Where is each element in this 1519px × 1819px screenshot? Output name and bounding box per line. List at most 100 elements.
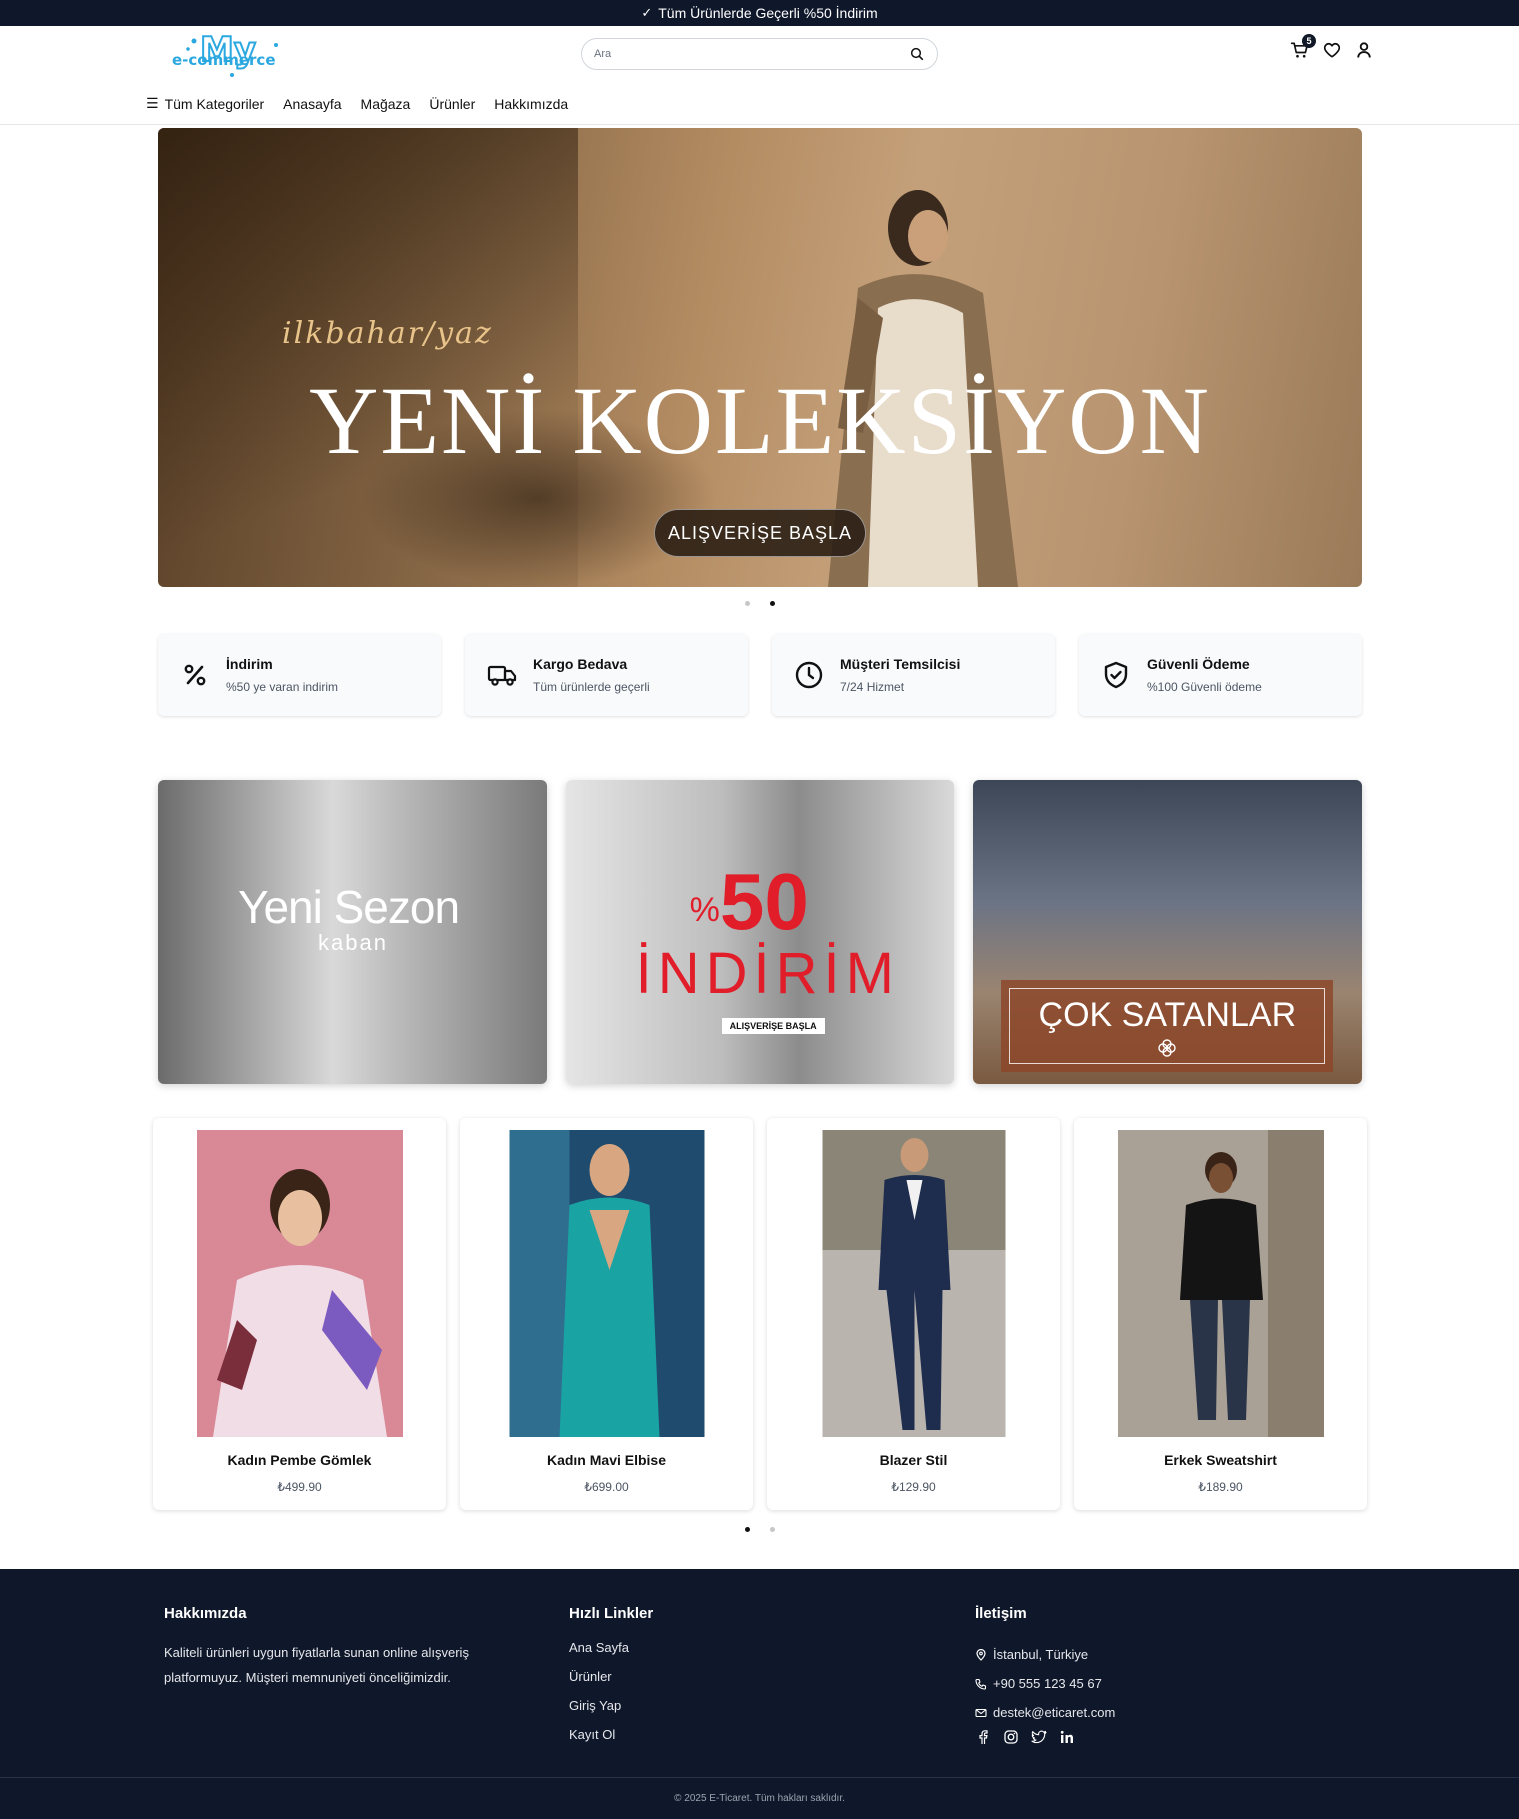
hero-banner[interactable]: ilkbahar/yaz YENİ KOLEKSİYON ALIŞVERİŞE … xyxy=(158,128,1362,587)
cart-button[interactable]: 5 xyxy=(1290,34,1316,60)
all-categories-menu[interactable]: ☰ Tüm Kategoriler xyxy=(146,95,264,112)
footer-about-text-line1: Kaliteli ürünleri uygun fiyatlarla sunan… xyxy=(164,1645,469,1660)
products-dot-2[interactable] xyxy=(770,1527,775,1532)
product-card[interactable]: Kadın Mavi Elbise ₺699.00 xyxy=(460,1118,753,1510)
contact-address-text: İstanbul, Türkiye xyxy=(993,1647,1089,1662)
product-name[interactable]: Erkek Sweatshirt xyxy=(1074,1452,1367,1468)
footer-about-text-line2: platformuyuz. Müşteri memnuniyeti önceli… xyxy=(164,1670,451,1685)
footer-contact: İletişim İstanbul, Türkiye +90 555 123 4… xyxy=(975,1605,1115,1745)
contact-phone: +90 555 123 45 67 xyxy=(975,1669,1115,1698)
products-dot-1[interactable] xyxy=(745,1527,750,1532)
product-card[interactable]: Blazer Stil ₺129.90 xyxy=(767,1118,1060,1510)
product-carousel: Kadın Pembe Gömlek ₺499.90 Kadın Mavi El… xyxy=(153,1118,1367,1510)
search-input[interactable] xyxy=(594,48,909,60)
site-footer: Hakkımızda Kaliteli ürünleri uygun fiyat… xyxy=(0,1569,1519,1819)
feature-title: Güvenli Ödeme xyxy=(1147,656,1250,672)
feature-list: İndirim %50 ye varan indirim Kargo Bedav… xyxy=(158,634,1362,716)
nav-item-home[interactable]: Anasayfa xyxy=(283,96,341,112)
twitter-icon[interactable] xyxy=(1031,1729,1047,1745)
banner-best-sellers[interactable]: ÇOK SATANLAR xyxy=(973,780,1363,1084)
banner-discount-cta[interactable]: ALIŞVERİŞE BAŞLA xyxy=(721,1018,825,1034)
nav-item-products[interactable]: Ürünler xyxy=(429,96,475,112)
product-image xyxy=(196,1130,403,1437)
product-card[interactable]: Kadın Pembe Gömlek ₺499.90 xyxy=(153,1118,446,1510)
hero-dot-1[interactable] xyxy=(745,601,750,606)
nav-item-store[interactable]: Mağaza xyxy=(361,96,411,112)
best-sellers-label-box: ÇOK SATANLAR xyxy=(1001,980,1334,1072)
promo-banners: Yeni Sezon kaban % 50 İNDİRİM ALIŞVERİŞE… xyxy=(158,780,1363,1084)
hamburger-icon: ☰ xyxy=(146,95,159,111)
feature-title: İndirim xyxy=(226,656,273,672)
banner-discount-percent: % 50 xyxy=(690,862,809,942)
announcement-bar: ✓ Tüm Ürünlerde Geçerli %50 İndirim xyxy=(0,0,1519,26)
hero-headline: YENİ KOLEKSİYON xyxy=(309,367,1211,474)
footer-about-title: Hakkımızda xyxy=(164,1605,247,1622)
wishlist-button[interactable] xyxy=(1322,40,1342,60)
feature-subtitle: %100 Güvenli ödeme xyxy=(1147,680,1262,694)
footer-divider xyxy=(0,1777,1519,1778)
feature-free-shipping: Kargo Bedava Tüm ürünlerde geçerli xyxy=(465,634,748,716)
percent-sign: % xyxy=(689,891,720,929)
feature-subtitle: %50 ye varan indirim xyxy=(226,680,339,694)
hero-dot-2[interactable] xyxy=(770,601,775,606)
banner-discount-word: İNDİRİM xyxy=(635,941,900,1006)
heart-icon xyxy=(1323,42,1341,58)
social-links xyxy=(975,1729,1115,1745)
site-header: My e-commerce 5 xyxy=(0,26,1519,125)
instagram-icon[interactable] xyxy=(1003,1729,1019,1745)
account-button[interactable] xyxy=(1354,40,1374,60)
hero-cta-button[interactable]: ALIŞVERİŞE BAŞLA xyxy=(654,509,866,557)
clock-icon xyxy=(794,660,824,690)
best-sellers-title: ÇOK SATANLAR xyxy=(1038,996,1297,1034)
product-price: ₺699.00 xyxy=(584,1480,629,1494)
hero-script-text: ilkbahar/yaz xyxy=(282,316,493,351)
search-bar xyxy=(581,38,938,70)
banner-new-season[interactable]: Yeni Sezon kaban xyxy=(158,780,547,1084)
linkedin-icon[interactable] xyxy=(1059,1729,1075,1745)
product-name[interactable]: Kadın Pembe Gömlek xyxy=(153,1452,446,1468)
banner-discount[interactable]: % 50 İNDİRİM ALIŞVERİŞE BAŞLA xyxy=(565,780,955,1084)
product-image xyxy=(1117,1130,1324,1437)
product-image xyxy=(509,1130,704,1437)
feature-secure-payment: Güvenli Ödeme %100 Güvenli ödeme xyxy=(1079,634,1362,716)
products-slider-dots xyxy=(745,1527,775,1532)
feature-support: Müşteri Temsilcisi 7/24 Hizmet xyxy=(772,634,1055,716)
copyright-text: © 2025 E-Ticaret. Tüm hakları saklıdır. xyxy=(674,1793,845,1804)
all-categories-label: Tüm Kategoriler xyxy=(164,95,265,112)
percent-icon xyxy=(180,660,210,690)
ornament-icon xyxy=(1158,1039,1177,1057)
contact-email-text[interactable]: destek@eticaret.com xyxy=(993,1705,1115,1720)
product-price: ₺499.90 xyxy=(277,1480,322,1494)
footer-link-products[interactable]: Ürünler xyxy=(569,1669,653,1698)
facebook-icon[interactable] xyxy=(975,1729,991,1745)
footer-link-login[interactable]: Giriş Yap xyxy=(569,1698,653,1727)
product-name[interactable]: Blazer Stil xyxy=(767,1452,1060,1468)
contact-phone-text[interactable]: +90 555 123 45 67 xyxy=(993,1676,1102,1691)
site-logo[interactable]: My e-commerce xyxy=(172,29,298,81)
footer-link-register[interactable]: Kayıt Ol xyxy=(569,1727,653,1756)
nav-item-about[interactable]: Hakkımızda xyxy=(494,96,568,112)
feature-subtitle: 7/24 Hizmet xyxy=(840,680,905,694)
product-image xyxy=(822,1130,1005,1437)
truck-icon xyxy=(487,660,517,690)
product-name[interactable]: Kadın Mavi Elbise xyxy=(460,1452,753,1468)
search-icon[interactable] xyxy=(909,46,925,62)
map-pin-icon xyxy=(976,1648,986,1661)
check-icon: ✓ xyxy=(641,5,653,20)
cart-count-badge: 5 xyxy=(1302,34,1316,48)
contact-email: destek@eticaret.com xyxy=(975,1698,1115,1727)
product-card[interactable]: Erkek Sweatshirt ₺189.90 xyxy=(1074,1118,1367,1510)
announcement-text: Tüm Ürünlerde Geçerli %50 İndirim xyxy=(658,5,878,21)
feature-title: Kargo Bedava xyxy=(533,656,628,672)
feature-discount: İndirim %50 ye varan indirim xyxy=(158,634,441,716)
footer-link-home[interactable]: Ana Sayfa xyxy=(569,1640,653,1669)
footer-quick-links: Hızlı Linkler Ana Sayfa Ürünler Giriş Ya… xyxy=(569,1605,653,1756)
header-actions: 5 xyxy=(1290,34,1374,60)
shield-check-icon xyxy=(1101,660,1131,690)
phone-icon xyxy=(975,1678,987,1690)
contact-address: İstanbul, Türkiye xyxy=(975,1640,1115,1669)
footer-about: Hakkımızda Kaliteli ürünleri uygun fiyat… xyxy=(164,1605,524,1690)
user-icon xyxy=(1357,42,1371,58)
logo-graphic: My e-commerce xyxy=(172,29,278,77)
banner-new-season-subtitle: kaban xyxy=(318,930,388,955)
